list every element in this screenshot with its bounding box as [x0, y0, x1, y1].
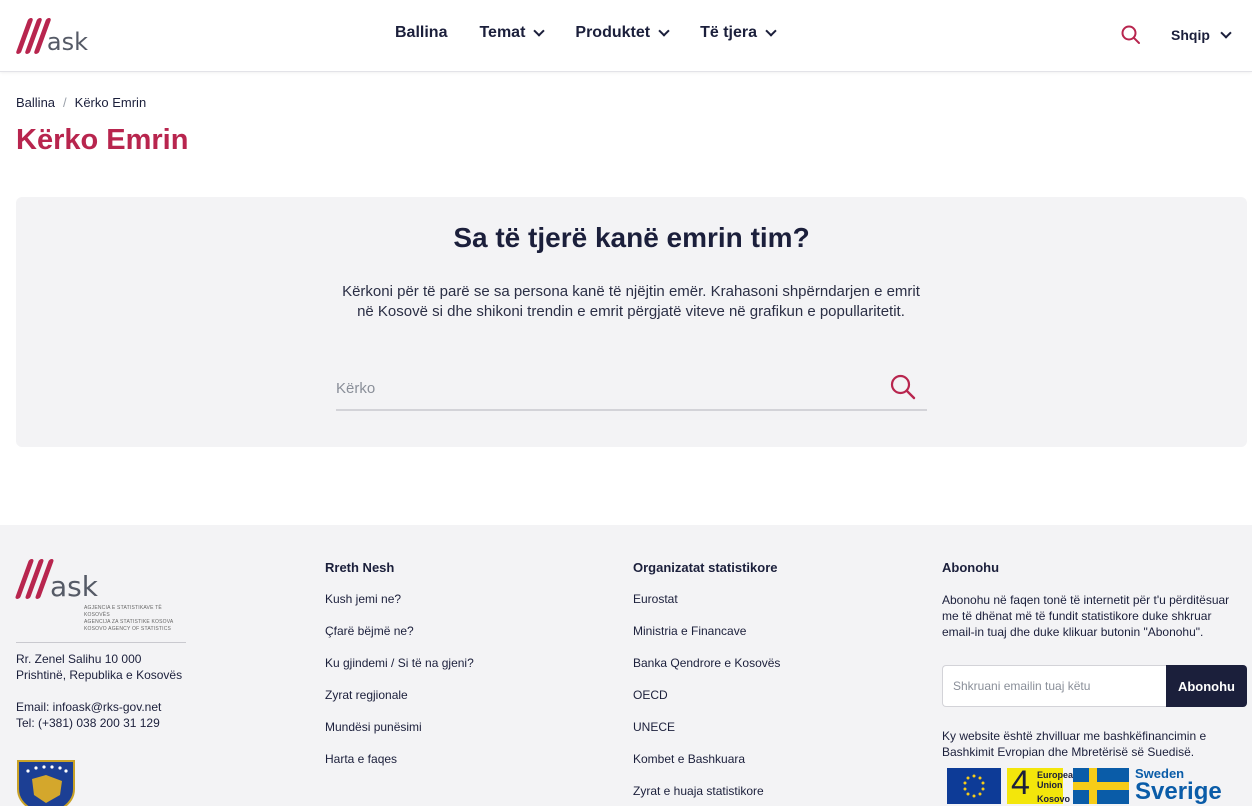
footer-about-title: Rreth Nesh — [325, 560, 395, 575]
nav-item-produktet[interactable]: Produktet — [575, 24, 670, 42]
eu-flag-icon — [947, 767, 1001, 804]
nav-label: Të tjera — [700, 24, 757, 41]
language-label: Shqip — [1171, 27, 1210, 43]
address-line: Prishtinë, Republika e Kosovës — [16, 668, 183, 682]
subscribe-button[interactable]: Abonohu — [1166, 665, 1247, 707]
language-selector[interactable]: Shqip — [1171, 27, 1232, 43]
panel-heading: Sa të tjerë kanë emrin tim? — [453, 222, 810, 253]
footer-link[interactable]: Ku gjindemi / Si të na gjeni? — [325, 656, 474, 688]
breadcrumb-current: Kërko Emrin — [74, 95, 147, 110]
footer-orgs-title: Organizatat statistikore — [633, 560, 778, 575]
footer-link[interactable]: Kombet e Bashkuara — [633, 752, 780, 784]
site-footer: ask AGJENCIA E STATISTIKAVE TË KOSOVËS A… — [0, 525, 1252, 806]
logo-slashes-icon — [15, 16, 52, 56]
logo-sub-line: KOSOVO AGENCY OF STATISTICS — [84, 626, 172, 632]
footer-link[interactable]: Banka Qendrore e Kosovës — [633, 656, 780, 688]
footer-phone: Tel: (+381) 038 200 31 129 — [16, 716, 160, 730]
footer-link[interactable]: Çfarë bëjmë ne? — [325, 624, 474, 656]
breadcrumb-home[interactable]: Ballina — [16, 95, 55, 110]
footer-email[interactable]: Email: infoask@rks-gov.net — [16, 699, 161, 715]
subscribe-form: Abonohu — [942, 665, 1247, 707]
site-header: ask Ballina Temat Produktet Të tjera Shq… — [0, 0, 1252, 72]
kosovo-emblem-icon — [16, 759, 76, 806]
logo-sub-line: AGJENCIA E STATISTIKAVE TË KOSOVËS — [84, 605, 162, 618]
partner-logos: 4 European Union Kosovo Sweden Sverige — [947, 764, 1222, 804]
footer-link[interactable]: Zyrat regjionale — [325, 688, 474, 720]
footer-subscribe-column: Abonohu Abonohu në faqen tonë të interne… — [942, 560, 1247, 806]
logo-text: ask — [46, 28, 88, 56]
nav-item-ballina[interactable]: Ballina — [395, 24, 447, 42]
cofinance-text: Ky website është zhvilluar me bashkëfina… — [942, 729, 1207, 759]
footer-logo-text: ask — [50, 570, 98, 603]
footer-address: Rr. Zenel Salihu 10 000 Prishtinë, Repub… — [16, 651, 182, 683]
footer-about-column: Rreth Nesh Kush jemi ne? Çfarë bëjmë ne?… — [325, 560, 474, 784]
breadcrumb-separator: / — [63, 95, 67, 110]
chevron-down-icon — [658, 25, 670, 37]
name-search-box — [336, 369, 927, 411]
ask-logo[interactable]: ask — [15, 14, 88, 56]
chevron-down-icon — [765, 25, 777, 37]
search-button-icon[interactable] — [889, 373, 917, 401]
footer-link[interactable]: Ministria e Financave — [633, 624, 780, 656]
nav-item-te-tjera[interactable]: Të tjera — [700, 24, 777, 42]
page-title: Kërko Emrin — [16, 124, 189, 156]
nav-label: Ballina — [395, 24, 448, 41]
footer-subscribe-title: Abonohu — [942, 560, 1000, 575]
nav-item-temat[interactable]: Temat — [479, 24, 546, 42]
footer-contact: Email: infoask@rks-gov.net Tel: (+381) 0… — [16, 699, 161, 731]
header-search-icon[interactable] — [1120, 24, 1142, 46]
eu-for-kosovo-logo: 4 European Union Kosovo — [1007, 764, 1079, 804]
name-search-panel: Sa të tjerë kanë emrin tim? Kërkoni për … — [16, 197, 1247, 447]
breadcrumb: Ballina / Kërko Emrin — [16, 95, 146, 110]
panel-description: Kërkoni për të parë se sa persona kanë t… — [342, 283, 920, 320]
footer-link[interactable]: Zyrat e huaja statistikore — [633, 784, 780, 806]
chevron-down-icon — [1220, 27, 1232, 39]
footer-link[interactable]: Kush jemi ne? — [325, 592, 474, 624]
footer-link[interactable]: Harta e faqes — [325, 752, 474, 784]
footer-link[interactable]: Mundësi punësimi — [325, 720, 474, 752]
nav-label: Produktet — [575, 24, 651, 41]
footer-link[interactable]: OECD — [633, 688, 780, 720]
nav-label: Temat — [479, 24, 526, 41]
address-line: Rr. Zenel Salihu 10 000 — [16, 652, 142, 666]
sweden-sverige-logo: Sweden Sverige — [1135, 767, 1222, 804]
eu-number: 4 — [1011, 763, 1030, 802]
footer-link[interactable]: Eurostat — [633, 592, 780, 624]
name-search-input[interactable] — [336, 375, 876, 401]
footer-logo[interactable]: ask AGJENCIA E STATISTIKAVE TË KOSOVËS A… — [14, 555, 186, 643]
main-nav: Ballina Temat Produktet Të tjera — [395, 24, 807, 42]
sverige-label: Sverige — [1135, 778, 1222, 805]
chevron-down-icon — [533, 25, 546, 37]
footer-logo-subtitle: AGJENCIA E STATISTIKAVE TË KOSOVËS AGENC… — [84, 605, 186, 633]
subscribe-email-input[interactable] — [942, 665, 1166, 707]
sweden-flag-icon — [1073, 767, 1129, 804]
footer-orgs-column: Organizatat statistikore Eurostat Minist… — [633, 560, 780, 806]
subscribe-text: Abonohu në faqen tonë të internetit për … — [942, 593, 1230, 639]
logo-sub-line: AGENCIJA ZA STATISTIKE KOSOVA — [84, 619, 174, 625]
footer-link[interactable]: UNECE — [633, 720, 780, 752]
